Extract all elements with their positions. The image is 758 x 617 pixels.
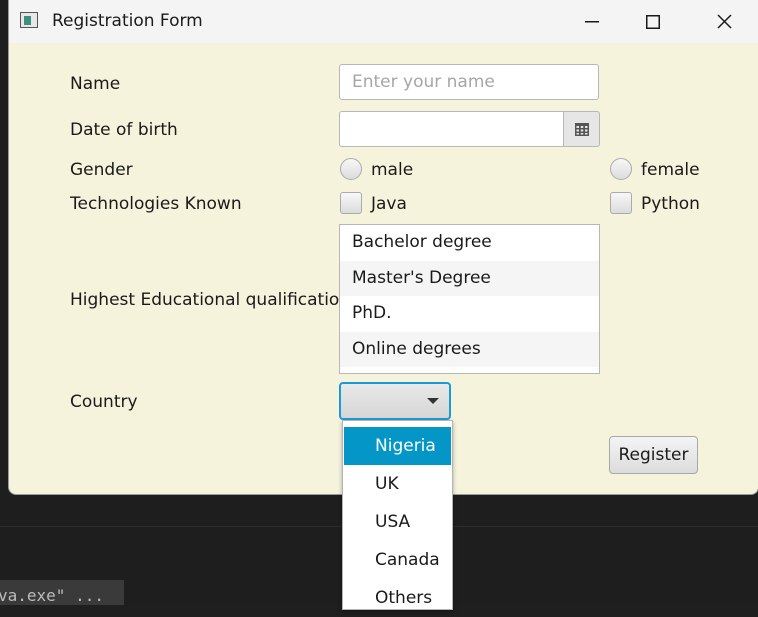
dob-label: Date of birth	[70, 120, 178, 140]
gender-female-label: female	[641, 160, 700, 180]
maximize-icon	[646, 14, 660, 29]
name-label: Name	[70, 74, 121, 94]
calendar-icon	[574, 122, 589, 136]
name-input[interactable]	[339, 64, 599, 100]
gender-label: Gender	[70, 160, 133, 180]
tech-java-label: Java	[371, 194, 407, 214]
country-option-nigeria[interactable]: Nigeria	[344, 427, 451, 465]
list-item[interactable]: Online degrees	[340, 331, 599, 367]
gender-male-label: male	[371, 160, 414, 180]
register-button[interactable]: Register	[609, 436, 698, 474]
dob-input[interactable]	[339, 111, 563, 147]
list-item[interactable]: PhD.	[340, 296, 599, 332]
country-dropdown-popup: Nigeria UK USA Canada Others	[342, 420, 453, 610]
window-title: Registration Form	[52, 11, 203, 31]
tech-python-checkbox[interactable]	[610, 192, 632, 214]
tech-label: Technologies Known	[70, 194, 242, 214]
country-option-canada[interactable]: Canada	[344, 541, 451, 579]
title-bar[interactable]: Registration Form	[9, 0, 758, 43]
minimize-button[interactable]	[569, 0, 615, 43]
background-terminal-text: va.exe" ...	[0, 586, 104, 605]
gender-male-radio[interactable]	[340, 158, 362, 180]
list-item[interactable]: Bachelor degree	[340, 225, 599, 261]
date-picker-button[interactable]	[563, 111, 600, 147]
country-combobox[interactable]	[339, 382, 451, 420]
list-item[interactable]: Master's Degree	[340, 260, 599, 296]
minimize-icon	[585, 20, 599, 22]
close-button[interactable]	[701, 0, 747, 43]
qualification-label: Highest Educational qualification	[70, 290, 351, 310]
gender-female-radio[interactable]	[610, 158, 632, 180]
country-option-others[interactable]: Others	[344, 579, 451, 617]
tech-java-checkbox[interactable]	[340, 192, 362, 214]
maximize-button[interactable]	[630, 0, 676, 43]
app-icon	[20, 12, 38, 28]
qualification-list[interactable]: Bachelor degree Master's Degree PhD. Onl…	[339, 224, 600, 374]
country-option-usa[interactable]: USA	[344, 503, 451, 541]
tech-python-label: Python	[641, 194, 700, 214]
chevron-down-icon	[427, 398, 439, 404]
country-label: Country	[70, 392, 138, 412]
close-icon	[716, 14, 732, 29]
country-option-uk[interactable]: UK	[344, 465, 451, 503]
